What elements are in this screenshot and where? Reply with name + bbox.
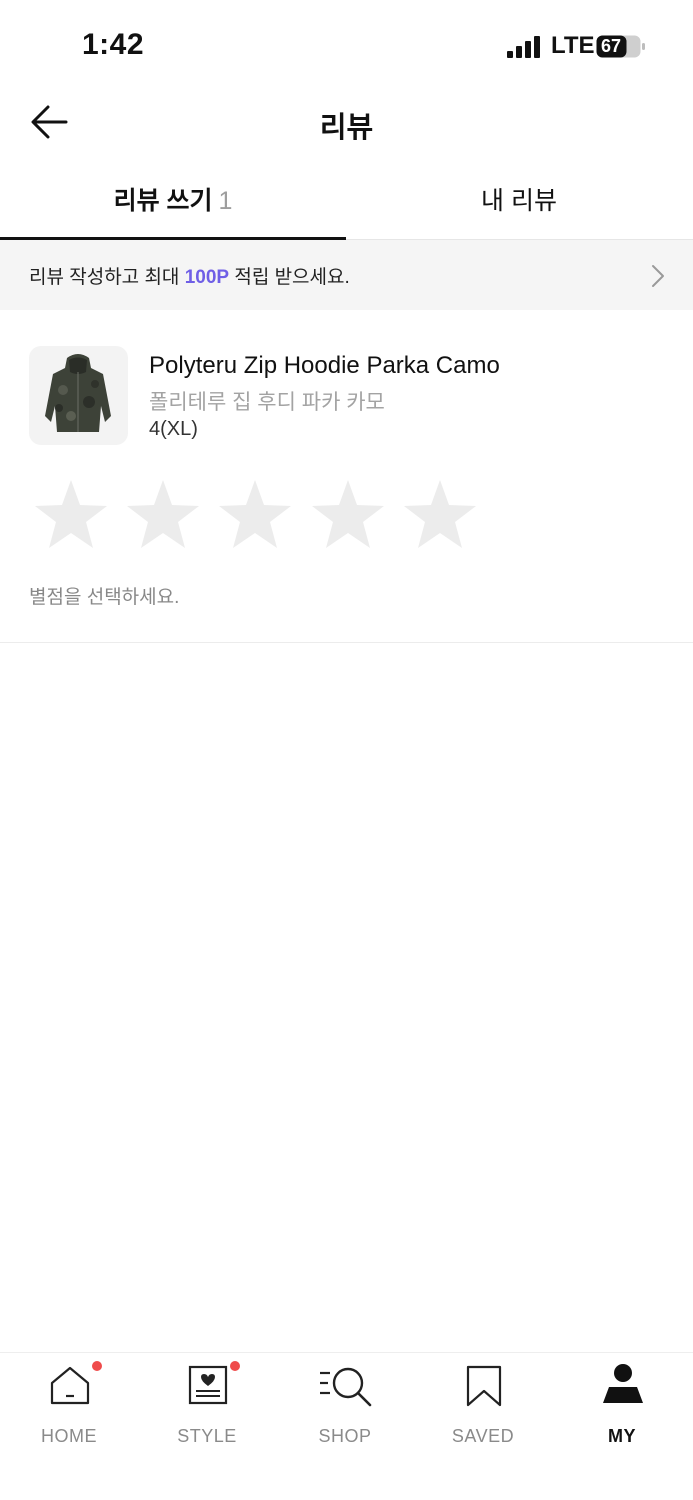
nav-my[interactable]: MY <box>553 1363 691 1453</box>
nav-style-label: STYLE <box>177 1426 237 1446</box>
style-badge-dot <box>230 1361 240 1371</box>
banner-text-after: 적립 받으세요. <box>229 267 350 288</box>
status-bar: 1:42 LTE 67 <box>0 0 693 92</box>
home-badge-dot <box>92 1361 102 1371</box>
star-5-icon[interactable] <box>402 478 478 554</box>
nav-shop-label: SHOP <box>318 1426 372 1446</box>
tab-write-review[interactable]: 리뷰 쓰기 1 <box>0 164 346 240</box>
product-name: Polyteru Zip Hoodie Parka Camo <box>149 352 500 379</box>
rating-hint: 별점을 선택하세요. <box>29 587 180 608</box>
profile-icon <box>603 1364 643 1403</box>
nav-home[interactable]: HOME <box>0 1361 138 1453</box>
star-rating <box>33 478 493 558</box>
hoodie-image <box>45 354 111 432</box>
divider <box>0 642 693 643</box>
points-banner[interactable]: 리뷰 작성하고 최대 100P 적립 받으세요. <box>0 240 693 310</box>
product-name-korean: 폴리테루 집 후디 파카 카모 <box>149 391 385 414</box>
nav-home-label: HOME <box>41 1426 97 1446</box>
nav-saved-label: SAVED <box>451 1426 515 1446</box>
bottom-nav: HOME STYLE SHOP SAVED MY <box>0 1352 693 1500</box>
signal-icon <box>507 36 540 58</box>
star-3-icon[interactable] <box>217 478 293 554</box>
nav-saved[interactable]: SAVED <box>414 1363 552 1453</box>
tab-my-reviews-label: 내 리뷰 <box>481 187 557 215</box>
star-2-icon[interactable] <box>125 478 201 554</box>
shop-search-icon <box>320 1367 372 1407</box>
header: 리뷰 <box>0 92 693 156</box>
network-type: LTE <box>551 32 595 59</box>
battery-level: 67 <box>601 36 622 56</box>
home-icon <box>50 1366 90 1405</box>
product-size: 4(XL) <box>149 418 198 440</box>
nav-shop[interactable]: SHOP <box>276 1363 414 1453</box>
tab-my-reviews[interactable]: 내 리뷰 <box>346 164 692 240</box>
tab-bar: 리뷰 쓰기 1 내 리뷰 <box>0 164 693 240</box>
nav-style[interactable]: STYLE <box>138 1361 276 1453</box>
tab-write-review-label: 리뷰 쓰기 <box>113 187 213 215</box>
battery-icon: 67 <box>596 35 646 58</box>
tab-write-review-count: 1 <box>218 187 233 215</box>
status-time: 1:42 <box>82 28 145 61</box>
banner-points: 100P <box>184 267 230 288</box>
style-icon <box>188 1365 228 1405</box>
banner-text-before: 리뷰 작성하고 최대 <box>29 267 185 288</box>
nav-my-label: MY <box>608 1426 636 1446</box>
bookmark-icon <box>466 1365 502 1407</box>
page-title: 리뷰 <box>319 112 374 144</box>
banner-text: 리뷰 작성하고 최대 100P 적립 받으세요. <box>29 262 350 289</box>
star-1-icon[interactable] <box>33 478 109 554</box>
product-image <box>29 346 128 445</box>
chevron-right-icon <box>652 265 664 287</box>
star-4-icon[interactable] <box>310 478 386 554</box>
